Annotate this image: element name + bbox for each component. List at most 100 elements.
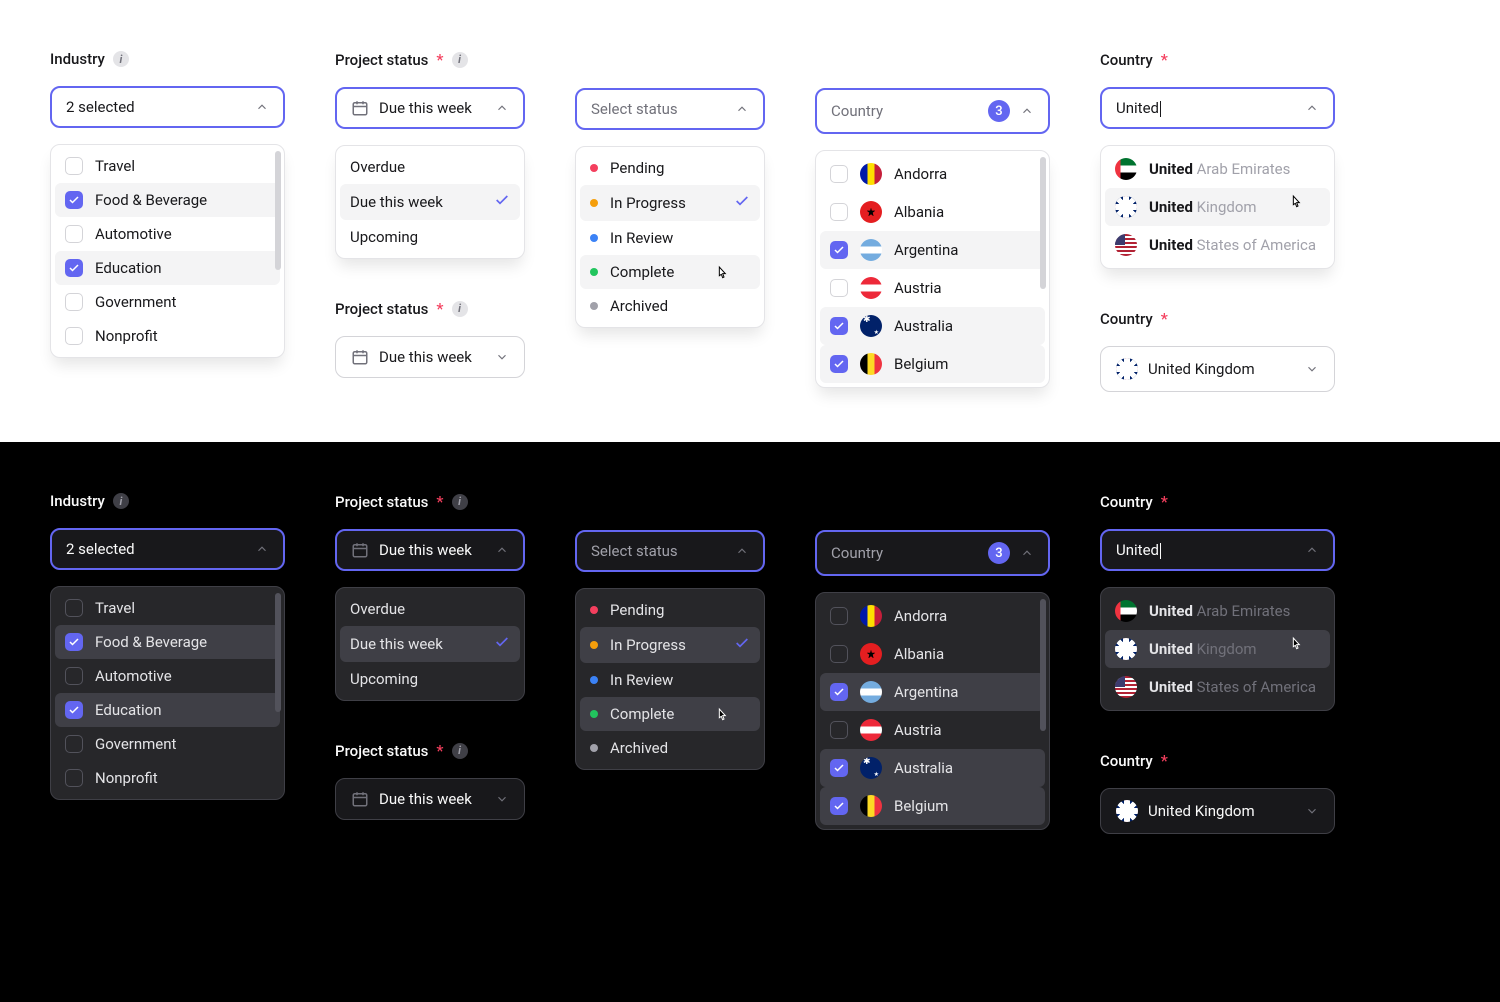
status-select-trigger[interactable]: Select status — [575, 530, 765, 572]
project-status-trigger-closed[interactable]: Due this week — [335, 336, 525, 378]
checkbox[interactable] — [65, 327, 83, 345]
checkbox[interactable] — [65, 599, 83, 617]
country-multi-trigger[interactable]: Country 3 — [815, 88, 1050, 134]
info-icon[interactable]: i — [452, 743, 468, 759]
checkbox[interactable] — [65, 157, 83, 175]
chevron-up-icon — [255, 100, 269, 114]
country-option[interactable]: Argentina — [820, 231, 1045, 269]
country-search-result[interactable]: United Kingdom — [1105, 188, 1330, 226]
project-status-option[interactable]: Upcoming — [340, 220, 520, 254]
industry-option[interactable]: Automotive — [55, 217, 280, 251]
country-option[interactable]: Belgium — [820, 787, 1045, 825]
info-icon[interactable]: i — [113, 51, 129, 67]
checkbox[interactable] — [830, 241, 848, 259]
chevron-down-icon — [1305, 362, 1319, 376]
checkbox[interactable] — [830, 721, 848, 739]
status-option[interactable]: Archived — [580, 289, 760, 323]
country-option[interactable]: Belgium — [820, 345, 1045, 383]
info-icon[interactable]: i — [452, 301, 468, 317]
industry-option[interactable]: Travel — [55, 591, 280, 625]
project-status-option[interactable]: Overdue — [340, 150, 520, 184]
checkbox[interactable] — [65, 191, 83, 209]
info-icon[interactable]: i — [452, 52, 468, 68]
checkbox[interactable] — [830, 759, 848, 777]
scrollbar[interactable] — [1040, 157, 1046, 289]
project-status-option[interactable]: Due this week — [340, 184, 520, 220]
checkbox[interactable] — [830, 279, 848, 297]
industry-trigger[interactable]: 2 selected — [50, 528, 285, 570]
status-option[interactable]: Complete — [580, 255, 760, 289]
checkbox[interactable] — [65, 293, 83, 311]
country-search-result[interactable]: United States of America — [1105, 226, 1330, 264]
checkbox[interactable] — [830, 797, 848, 815]
project-status-trigger[interactable]: Due this week — [335, 87, 525, 129]
project-status-option[interactable]: Upcoming — [340, 662, 520, 696]
checkbox[interactable] — [830, 203, 848, 221]
option-label: Food & Beverage — [95, 191, 270, 209]
project-status-trigger-closed[interactable]: Due this week — [335, 778, 525, 820]
country-option[interactable]: Austria — [820, 711, 1045, 749]
country-option[interactable]: Andorra — [820, 597, 1045, 635]
scrollbar[interactable] — [275, 151, 281, 270]
checkbox[interactable] — [830, 645, 848, 663]
project-status-option[interactable]: Overdue — [340, 592, 520, 626]
industry-option[interactable]: Automotive — [55, 659, 280, 693]
industry-option[interactable]: Travel — [55, 149, 280, 183]
industry-trigger[interactable]: 2 selected — [50, 86, 285, 128]
checkbox[interactable] — [65, 735, 83, 753]
scrollbar[interactable] — [1040, 599, 1046, 731]
industry-option[interactable]: Government — [55, 727, 280, 761]
industry-option[interactable]: Education — [55, 251, 280, 285]
status-option[interactable]: Complete — [580, 697, 760, 731]
country-option[interactable]: Albania — [820, 193, 1045, 231]
country-search-trigger[interactable]: United — [1100, 529, 1335, 571]
country-option[interactable]: Australia — [820, 307, 1045, 345]
checkbox[interactable] — [65, 633, 83, 651]
status-option[interactable]: In Progress — [580, 185, 760, 221]
option-label: Archived — [610, 739, 750, 757]
country-search-result[interactable]: United Arab Emirates — [1105, 592, 1330, 630]
country-closed-trigger[interactable]: United Kingdom — [1100, 788, 1335, 834]
status-option[interactable]: Pending — [580, 151, 760, 185]
country-multi-trigger[interactable]: Country3 — [815, 530, 1050, 576]
checkbox[interactable] — [830, 683, 848, 701]
project-status-trigger[interactable]: Due this week — [335, 529, 525, 571]
checkbox[interactable] — [830, 607, 848, 625]
country-option[interactable]: Australia — [820, 749, 1045, 787]
industry-option[interactable]: Food & Beverage — [55, 183, 280, 217]
industry-option[interactable]: Nonprofit — [55, 761, 280, 795]
country-option[interactable]: Austria — [820, 269, 1045, 307]
status-select-trigger[interactable]: Select status — [575, 88, 765, 130]
industry-option[interactable]: Government — [55, 285, 280, 319]
industry-option[interactable]: Food & Beverage — [55, 625, 280, 659]
status-option[interactable]: Pending — [580, 593, 760, 627]
country-search-result[interactable]: United States of America — [1105, 668, 1330, 706]
country-option[interactable]: Albania — [820, 635, 1045, 673]
info-icon[interactable]: i — [452, 494, 468, 510]
scrollbar[interactable] — [275, 593, 281, 712]
option-label: Belgium — [894, 355, 1035, 373]
checkbox[interactable] — [830, 165, 848, 183]
project-status-option[interactable]: Due this week — [340, 626, 520, 662]
status-option[interactable]: In Progress — [580, 627, 760, 663]
checkbox[interactable] — [65, 225, 83, 243]
option-label: United States of America — [1149, 678, 1320, 696]
checkbox[interactable] — [830, 355, 848, 373]
country-search-result[interactable]: United Kingdom — [1105, 630, 1330, 668]
checkbox[interactable] — [65, 667, 83, 685]
checkbox[interactable] — [65, 701, 83, 719]
checkbox[interactable] — [65, 259, 83, 277]
country-option[interactable]: Argentina — [820, 673, 1045, 711]
industry-option[interactable]: Nonprofit — [55, 319, 280, 353]
info-icon[interactable]: i — [113, 493, 129, 509]
status-option[interactable]: In Review — [580, 221, 760, 255]
country-search-trigger[interactable]: United — [1100, 87, 1335, 129]
status-option[interactable]: Archived — [580, 731, 760, 765]
industry-option[interactable]: Education — [55, 693, 280, 727]
status-option[interactable]: In Review — [580, 663, 760, 697]
checkbox[interactable] — [830, 317, 848, 335]
checkbox[interactable] — [65, 769, 83, 787]
country-option[interactable]: Andorra — [820, 155, 1045, 193]
country-search-result[interactable]: United Arab Emirates — [1105, 150, 1330, 188]
country-closed-trigger[interactable]: United Kingdom — [1100, 346, 1335, 392]
